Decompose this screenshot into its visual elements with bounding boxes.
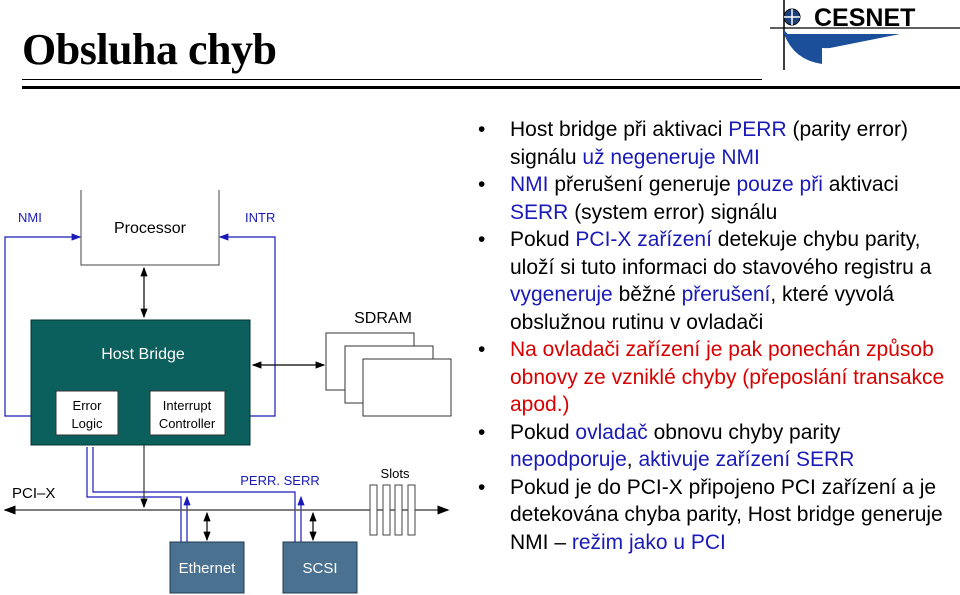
bullet-text: běžné [612, 283, 682, 306]
slots-label: Slots [381, 466, 410, 481]
perr-line-ethernet-a [86, 447, 182, 565]
highlighted-text: režim jako u PCI [571, 530, 726, 554]
highlighted-text: PCI-X zařízení [575, 228, 712, 251]
highlighted-text: nepodporuje [510, 448, 627, 471]
bullet-item: Pokud PCI-X zařízení detekuje chybu pari… [478, 226, 960, 336]
processor-label: Processor [114, 220, 187, 237]
slide-title: Obsluha chyb [22, 25, 277, 74]
bullet-text: obnovu chyby parity [647, 420, 841, 444]
pci-x-error-diagram: NMI INTR Processor Host Bridge Error Log… [3, 190, 452, 594]
bullet-item: Pokud ovladač obnovu chyby parity nepodp… [478, 419, 960, 474]
error-logic-label-2: Logic [71, 416, 103, 431]
bullet-text: Pokud [510, 420, 576, 444]
nmi-label: NMI [18, 210, 42, 225]
bullet-list: Host bridge při aktivaci PERR (parity er… [478, 116, 960, 556]
slot-4 [407, 484, 416, 536]
highlighted-text: vygeneruje [510, 283, 613, 306]
sdram-module-3 [362, 358, 452, 417]
ethernet-label: Ethernet [179, 560, 237, 577]
highlighted-text: Na ovladači zařízení je pak ponechán způ… [510, 338, 945, 416]
highlighted-text: NMI [510, 173, 549, 196]
perr-serr-label: PERR. SERR [240, 473, 319, 488]
highlighted-text: ovladač [575, 420, 648, 444]
cesnet-logo: CESNET [770, 0, 960, 70]
bullet-item: Pokud je do PCI-X připojeno PCI zařízení… [478, 474, 960, 557]
title-underline-thick [22, 86, 960, 89]
host-bridge-label: Host Bridge [101, 346, 185, 363]
highlighted-text: PERR [728, 118, 787, 141]
highlighted-text: aktivuje zařízení SERR [638, 448, 855, 471]
bullet-item: Na ovladači zařízení je pak ponechán způ… [478, 336, 960, 419]
interrupt-controller-label-1: Interrupt [163, 398, 212, 413]
sdram-label: SDRAM [354, 310, 412, 327]
scsi-label: SCSI [302, 560, 337, 577]
pcix-label: PCI–X [12, 485, 55, 502]
error-logic-label-1: Error [73, 398, 103, 413]
bullet-text: aktivaci [822, 173, 899, 196]
title-underline-thin [22, 79, 762, 80]
logo-stripes [784, 30, 900, 64]
bullet-text: , [626, 448, 639, 471]
slot-2 [382, 484, 391, 536]
slot-3 [394, 484, 403, 536]
intr-label: INTR [245, 210, 275, 225]
highlighted-text: už negeneruje NMI [582, 145, 760, 169]
slot-1 [369, 484, 378, 536]
interrupt-controller-label-2: Controller [159, 416, 216, 431]
bullet-text: (system error) signálu [568, 200, 778, 224]
bullet-item: Host bridge při aktivaci PERR (parity er… [478, 116, 960, 171]
bullet-text: Host bridge při aktivaci [510, 118, 729, 141]
bullet-item: NMI přerušení generuje pouze při aktivac… [478, 171, 960, 226]
highlighted-text: SERR [510, 200, 569, 224]
logo-text: CESNET [814, 4, 915, 32]
highlighted-text: přerušení [681, 283, 771, 306]
highlighted-text: pouze při [736, 173, 823, 196]
bullet-text: Pokud [510, 228, 576, 251]
bullet-text: přerušení generuje [548, 173, 737, 196]
